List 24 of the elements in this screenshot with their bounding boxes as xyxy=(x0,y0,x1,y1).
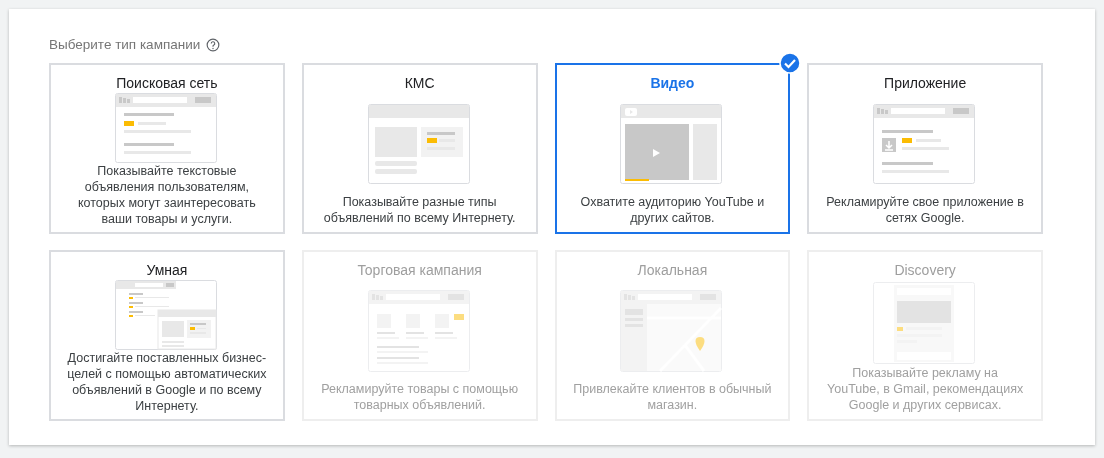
campaign-card[interactable]: Видео Охватите аудиторию YouTube и других сайтов. xyxy=(554,63,791,235)
check-icon xyxy=(779,52,802,75)
card-description: Охватите аудиторию YouTube и других сайтов. xyxy=(579,194,766,227)
card-description: Показывайте разные типы объявлений по всему Интернету. xyxy=(322,194,517,227)
card-title: КМС xyxy=(404,74,435,94)
card-title: Торговая кампания xyxy=(357,261,482,281)
card-title: Приложение xyxy=(884,74,967,94)
section-heading: Выберите тип кампании xyxy=(49,36,201,54)
card-description: Достигайте поставленных бизнес-целей с помощью автоматических объявлений в Google и по всему Интернету. xyxy=(67,350,267,415)
card-description: Показывайте текстовые объявления пользователям, которых могут заинтересовать ваши товары и услуги. xyxy=(76,163,257,228)
card-title: Поисковая сеть xyxy=(116,74,218,94)
card-title: Видео xyxy=(650,74,695,94)
help-icon[interactable] xyxy=(206,38,221,53)
card-title: Локальная xyxy=(637,261,708,281)
card-title: Discovery xyxy=(894,261,956,281)
card-title: Умная xyxy=(146,261,188,281)
campaign-card[interactable]: КМС Показывайте разные типы объявлений по всему Интернету. xyxy=(301,63,538,235)
campaign-card[interactable]: Умная Достигайте поставленных бизнес-целей с помощью автоматических объявлений в Google и по всему Интернету. xyxy=(49,250,285,422)
card-description: Привлекайте клиентов в обычный магазин. xyxy=(572,381,773,414)
card-description: Рекламируйте свое приложение в сетях Google. xyxy=(825,194,1025,227)
campaign-card[interactable]: Приложение Рекламируйте свое приложение в сетях Google. xyxy=(807,63,1043,235)
card-description: Показывайте рекламу на YouTube, в Gmail, рекомендациях Google и других сервисах. xyxy=(826,365,1025,414)
card-description: Рекламируйте товары с помощью товарных объявлений. xyxy=(320,381,519,414)
campaign-card[interactable]: Поисковая сеть Показывайте текстовые объявления пользователям, которых могут заинтересовать ваши товары и услуги. xyxy=(49,63,285,235)
